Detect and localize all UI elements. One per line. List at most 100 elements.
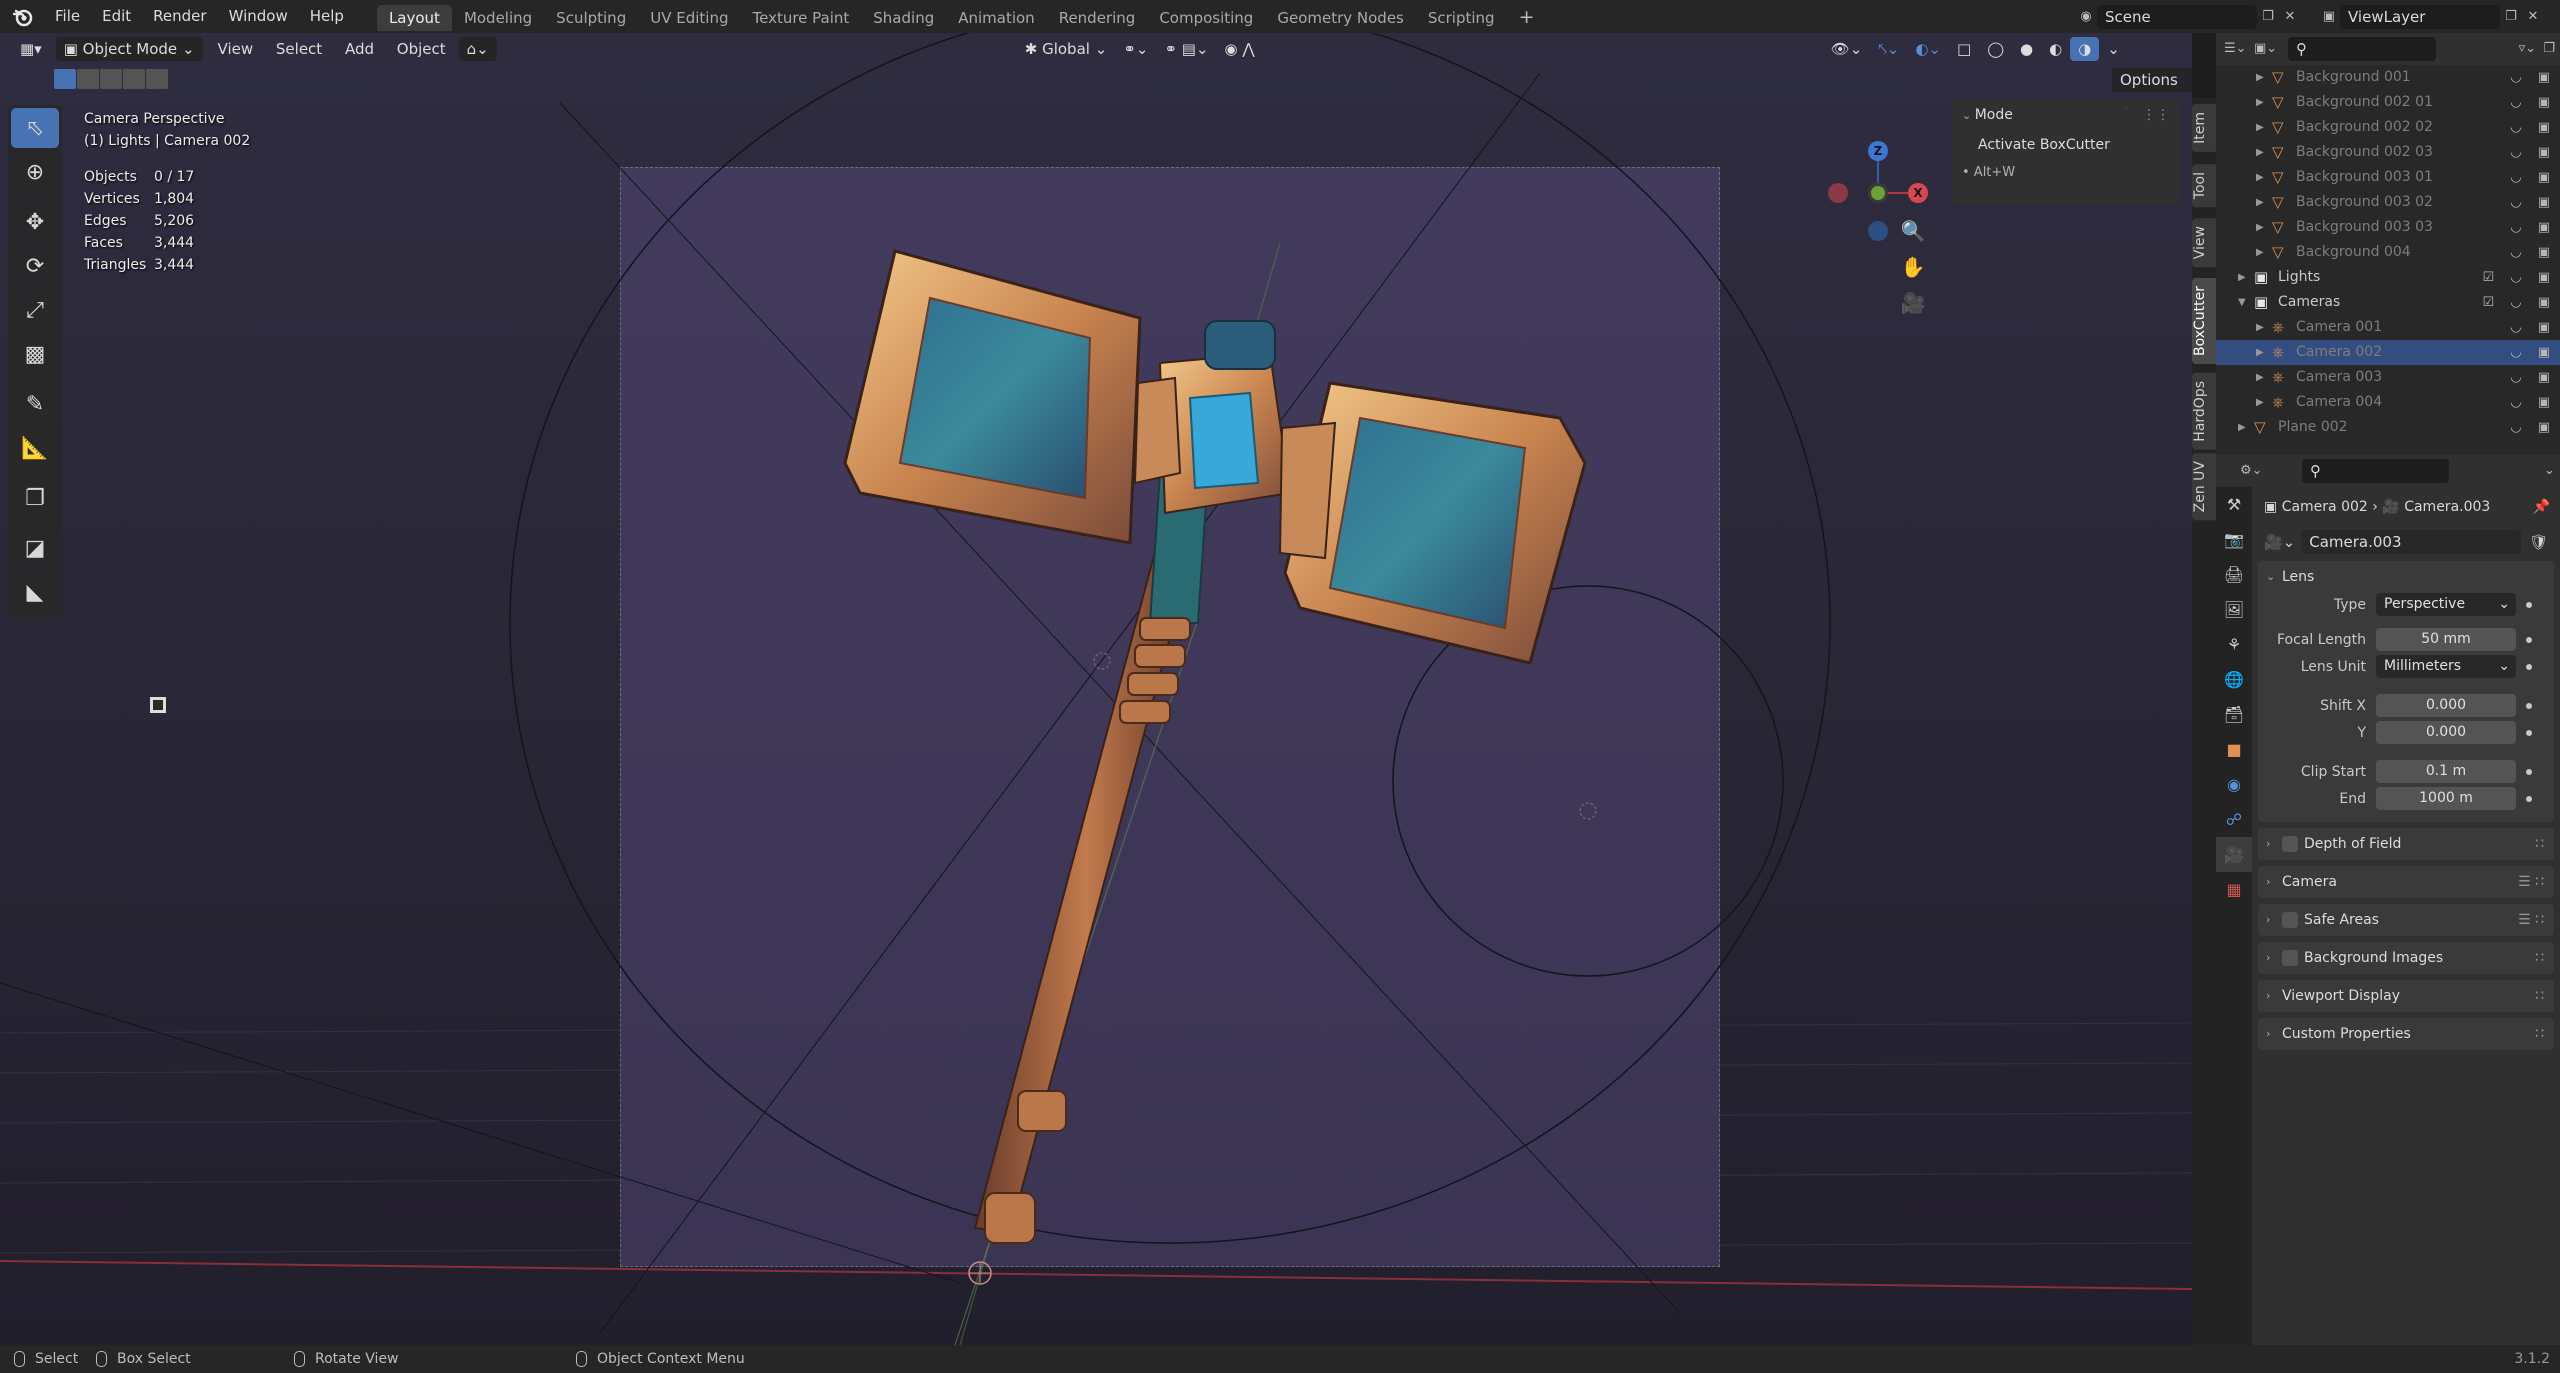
visibility-toggles[interactable]: ☑ ◡ ▣: [2482, 290, 2556, 315]
expand-arrow-icon[interactable]: ▶: [2238, 265, 2246, 290]
new-collection-icon[interactable]: ❐: [2538, 38, 2560, 60]
select-box-tool-icon[interactable]: ⬁: [11, 108, 59, 148]
visibility-icon[interactable]: 👁⌄: [1823, 37, 1871, 61]
tab-modeling[interactable]: Modeling: [452, 5, 544, 31]
outliner-row[interactable]: ▶ ⎈ Camera 002 ◡ ▣: [2216, 340, 2560, 365]
expand-arrow-icon[interactable]: ▶: [2256, 315, 2264, 340]
tab-shading[interactable]: Shading: [861, 5, 946, 31]
panel-header[interactable]: › Camera ☰ ∷: [2258, 866, 2554, 898]
editor-type-icon[interactable]: ▦▾: [12, 37, 50, 61]
view-layer-tab-icon[interactable]: 🖼: [2216, 592, 2252, 627]
clip-end-field[interactable]: 1000 m: [2376, 787, 2516, 810]
menu-file[interactable]: File: [44, 0, 91, 33]
keyframe-dot-icon[interactable]: [2526, 730, 2532, 736]
panel-header[interactable]: › Safe Areas ☰ ∷: [2258, 904, 2554, 936]
lens-unit-dropdown[interactable]: Millimeters ⌄: [2376, 655, 2516, 678]
tab-hardops[interactable]: HardOps: [2192, 373, 2216, 450]
gizmo-neg-x-axis[interactable]: [1828, 183, 1848, 203]
outliner-row[interactable]: ▶ ▽ Background 003 03 ◡ ▣: [2216, 215, 2560, 240]
outliner-row[interactable]: ▶ ⎈ Camera 003 ◡ ▣: [2216, 365, 2560, 390]
keyframe-dot-icon[interactable]: [2526, 703, 2532, 709]
filter-icon[interactable]: ▿⌄: [2516, 38, 2538, 60]
view-layer-icon[interactable]: ▣: [2318, 6, 2340, 28]
lens-type-dropdown[interactable]: Perspective ⌄: [2376, 593, 2516, 616]
scene-tab-icon[interactable]: ⚘: [2216, 627, 2252, 662]
focal-length-field[interactable]: 50 mm: [2376, 628, 2516, 651]
panel-drag-handle-icon[interactable]: ∷: [2535, 980, 2544, 1012]
outliner-row[interactable]: ▶ ▣ Lights ☑ ◡ ▣: [2216, 265, 2560, 290]
object-tab-icon[interactable]: ■: [2216, 732, 2252, 767]
outliner-row[interactable]: ▶ ▽ Plane 002 ◡ ▣: [2216, 415, 2560, 440]
zoom-icon[interactable]: 🔍: [1898, 213, 1928, 249]
camera-view-icon[interactable]: 🎥: [1898, 285, 1928, 321]
proportional-edit-icon[interactable]: ◉ ⋀: [1217, 37, 1263, 61]
pin-icon[interactable]: 📌: [2533, 499, 2550, 515]
add-cube-tool-icon[interactable]: ❐: [11, 478, 59, 518]
tab-item[interactable]: Item: [2192, 104, 2216, 152]
cursor-tool-icon[interactable]: ⊕: [11, 152, 59, 192]
visibility-toggles[interactable]: ◡ ▣: [2510, 315, 2556, 340]
scale-tool-icon[interactable]: ⤢: [11, 290, 59, 330]
options-dropdown[interactable]: Options ⌄: [2112, 68, 2192, 113]
visibility-toggles[interactable]: ◡ ▣: [2510, 390, 2556, 415]
tab-rendering[interactable]: Rendering: [1047, 5, 1148, 31]
tab-tool[interactable]: Tool: [2192, 164, 2216, 208]
outliner-row[interactable]: ▶ ▽ Background 001 ◡ ▣: [2216, 65, 2560, 90]
snap-icon[interactable]: ⚭ ▤⌄: [1156, 37, 1216, 61]
gizmos-icon[interactable]: ⤣⌄: [1870, 37, 1907, 61]
visibility-toggles[interactable]: ◡ ▣: [2510, 65, 2556, 90]
view-layer-name-field[interactable]: ViewLayer: [2340, 4, 2500, 29]
menu-edit[interactable]: Edit: [91, 0, 142, 33]
light-object-marker-2[interactable]: [1579, 802, 1597, 820]
tab-texture-paint[interactable]: Texture Paint: [740, 5, 861, 31]
tab-zen-uv[interactable]: Zen UV: [2192, 453, 2216, 521]
expand-arrow-icon[interactable]: ▶: [2256, 365, 2264, 390]
tool-tab-icon[interactable]: ⚒: [2216, 487, 2252, 522]
gizmo-x-axis[interactable]: X: [1908, 183, 1928, 203]
tab-uv-editing[interactable]: UV Editing: [638, 5, 740, 31]
visibility-toggles[interactable]: ◡ ▣: [2510, 365, 2556, 390]
expand-arrow-icon[interactable]: ▶: [2256, 65, 2264, 90]
tab-sculpting[interactable]: Sculpting: [544, 5, 638, 31]
collection-tab-icon[interactable]: 🗃: [2216, 697, 2252, 732]
measure-tool-icon[interactable]: 📐: [11, 428, 59, 468]
gizmo-toggle-icon[interactable]: ⌂⌄: [458, 37, 497, 61]
visibility-toggles[interactable]: ◡ ▣: [2510, 115, 2556, 140]
expand-arrow-icon[interactable]: ▶: [2256, 390, 2264, 415]
tab-boxcutter[interactable]: BoxCutter: [2192, 278, 2216, 365]
shading-wireframe-icon[interactable]: ◯: [1979, 37, 2012, 61]
activate-boxcutter-button[interactable]: Activate BoxCutter: [1952, 130, 2180, 160]
menu-select[interactable]: Select: [267, 40, 331, 58]
physics-tab-icon[interactable]: ◉: [2216, 767, 2252, 802]
transform-tool-icon[interactable]: ▩: [11, 334, 59, 374]
panel-header[interactable]: › Background Images ∷: [2258, 942, 2554, 974]
tab-view[interactable]: View: [2192, 218, 2216, 268]
outliner-editor-icon[interactable]: ☰⌄: [2224, 38, 2247, 60]
visibility-toggles[interactable]: ◡ ▣: [2510, 165, 2556, 190]
expand-arrow-icon[interactable]: ▶: [2256, 215, 2264, 240]
outliner-row[interactable]: ▶ ⎈ Camera 001 ◡ ▣: [2216, 315, 2560, 340]
panel-drag-handle-icon[interactable]: ∷: [2535, 828, 2544, 860]
outliner-row[interactable]: ▶ ▽ Background 002 01 ◡ ▣: [2216, 90, 2560, 115]
expand-arrow-icon[interactable]: ▶: [2256, 190, 2264, 215]
world-tab-icon[interactable]: 🌐: [2216, 662, 2252, 697]
panel-drag-handle-icon[interactable]: ∷: [2535, 1018, 2544, 1050]
outliner-search-input[interactable]: ⚲: [2288, 37, 2437, 61]
panel-drag-handle-icon[interactable]: ☰ ∷: [2518, 866, 2544, 898]
keyframe-dot-icon[interactable]: [2526, 796, 2532, 802]
expand-arrow-icon[interactable]: ▶: [2256, 340, 2264, 365]
outliner-row[interactable]: ▼ ▣ Cameras ☑ ◡ ▣: [2216, 290, 2560, 315]
pan-hand-icon[interactable]: ✋: [1898, 249, 1928, 285]
hammer-model[interactable]: [843, 249, 1587, 1244]
visibility-toggles[interactable]: ◡ ▣: [2510, 140, 2556, 165]
properties-editor-icon[interactable]: ⚙⌄: [2240, 460, 2263, 482]
drag-handle-icon[interactable]: ⋮⋮: [2142, 100, 2170, 130]
remove-scene-icon[interactable]: ✕: [2279, 6, 2301, 28]
shading-rendered-icon[interactable]: ◑: [2070, 37, 2100, 61]
output-tab-icon[interactable]: 🖨: [2216, 557, 2252, 592]
add-workspace-button[interactable]: +: [1507, 5, 1547, 31]
display-mode-icon[interactable]: ▣⌄: [2254, 38, 2277, 60]
outliner-row[interactable]: ▶ ▽ Background 004 ◡ ▣: [2216, 240, 2560, 265]
3d-viewport[interactable]: ▦▾ ▣ Object Mode ⌄ View Select Add Objec…: [0, 33, 2192, 1345]
menu-help[interactable]: Help: [299, 0, 355, 33]
